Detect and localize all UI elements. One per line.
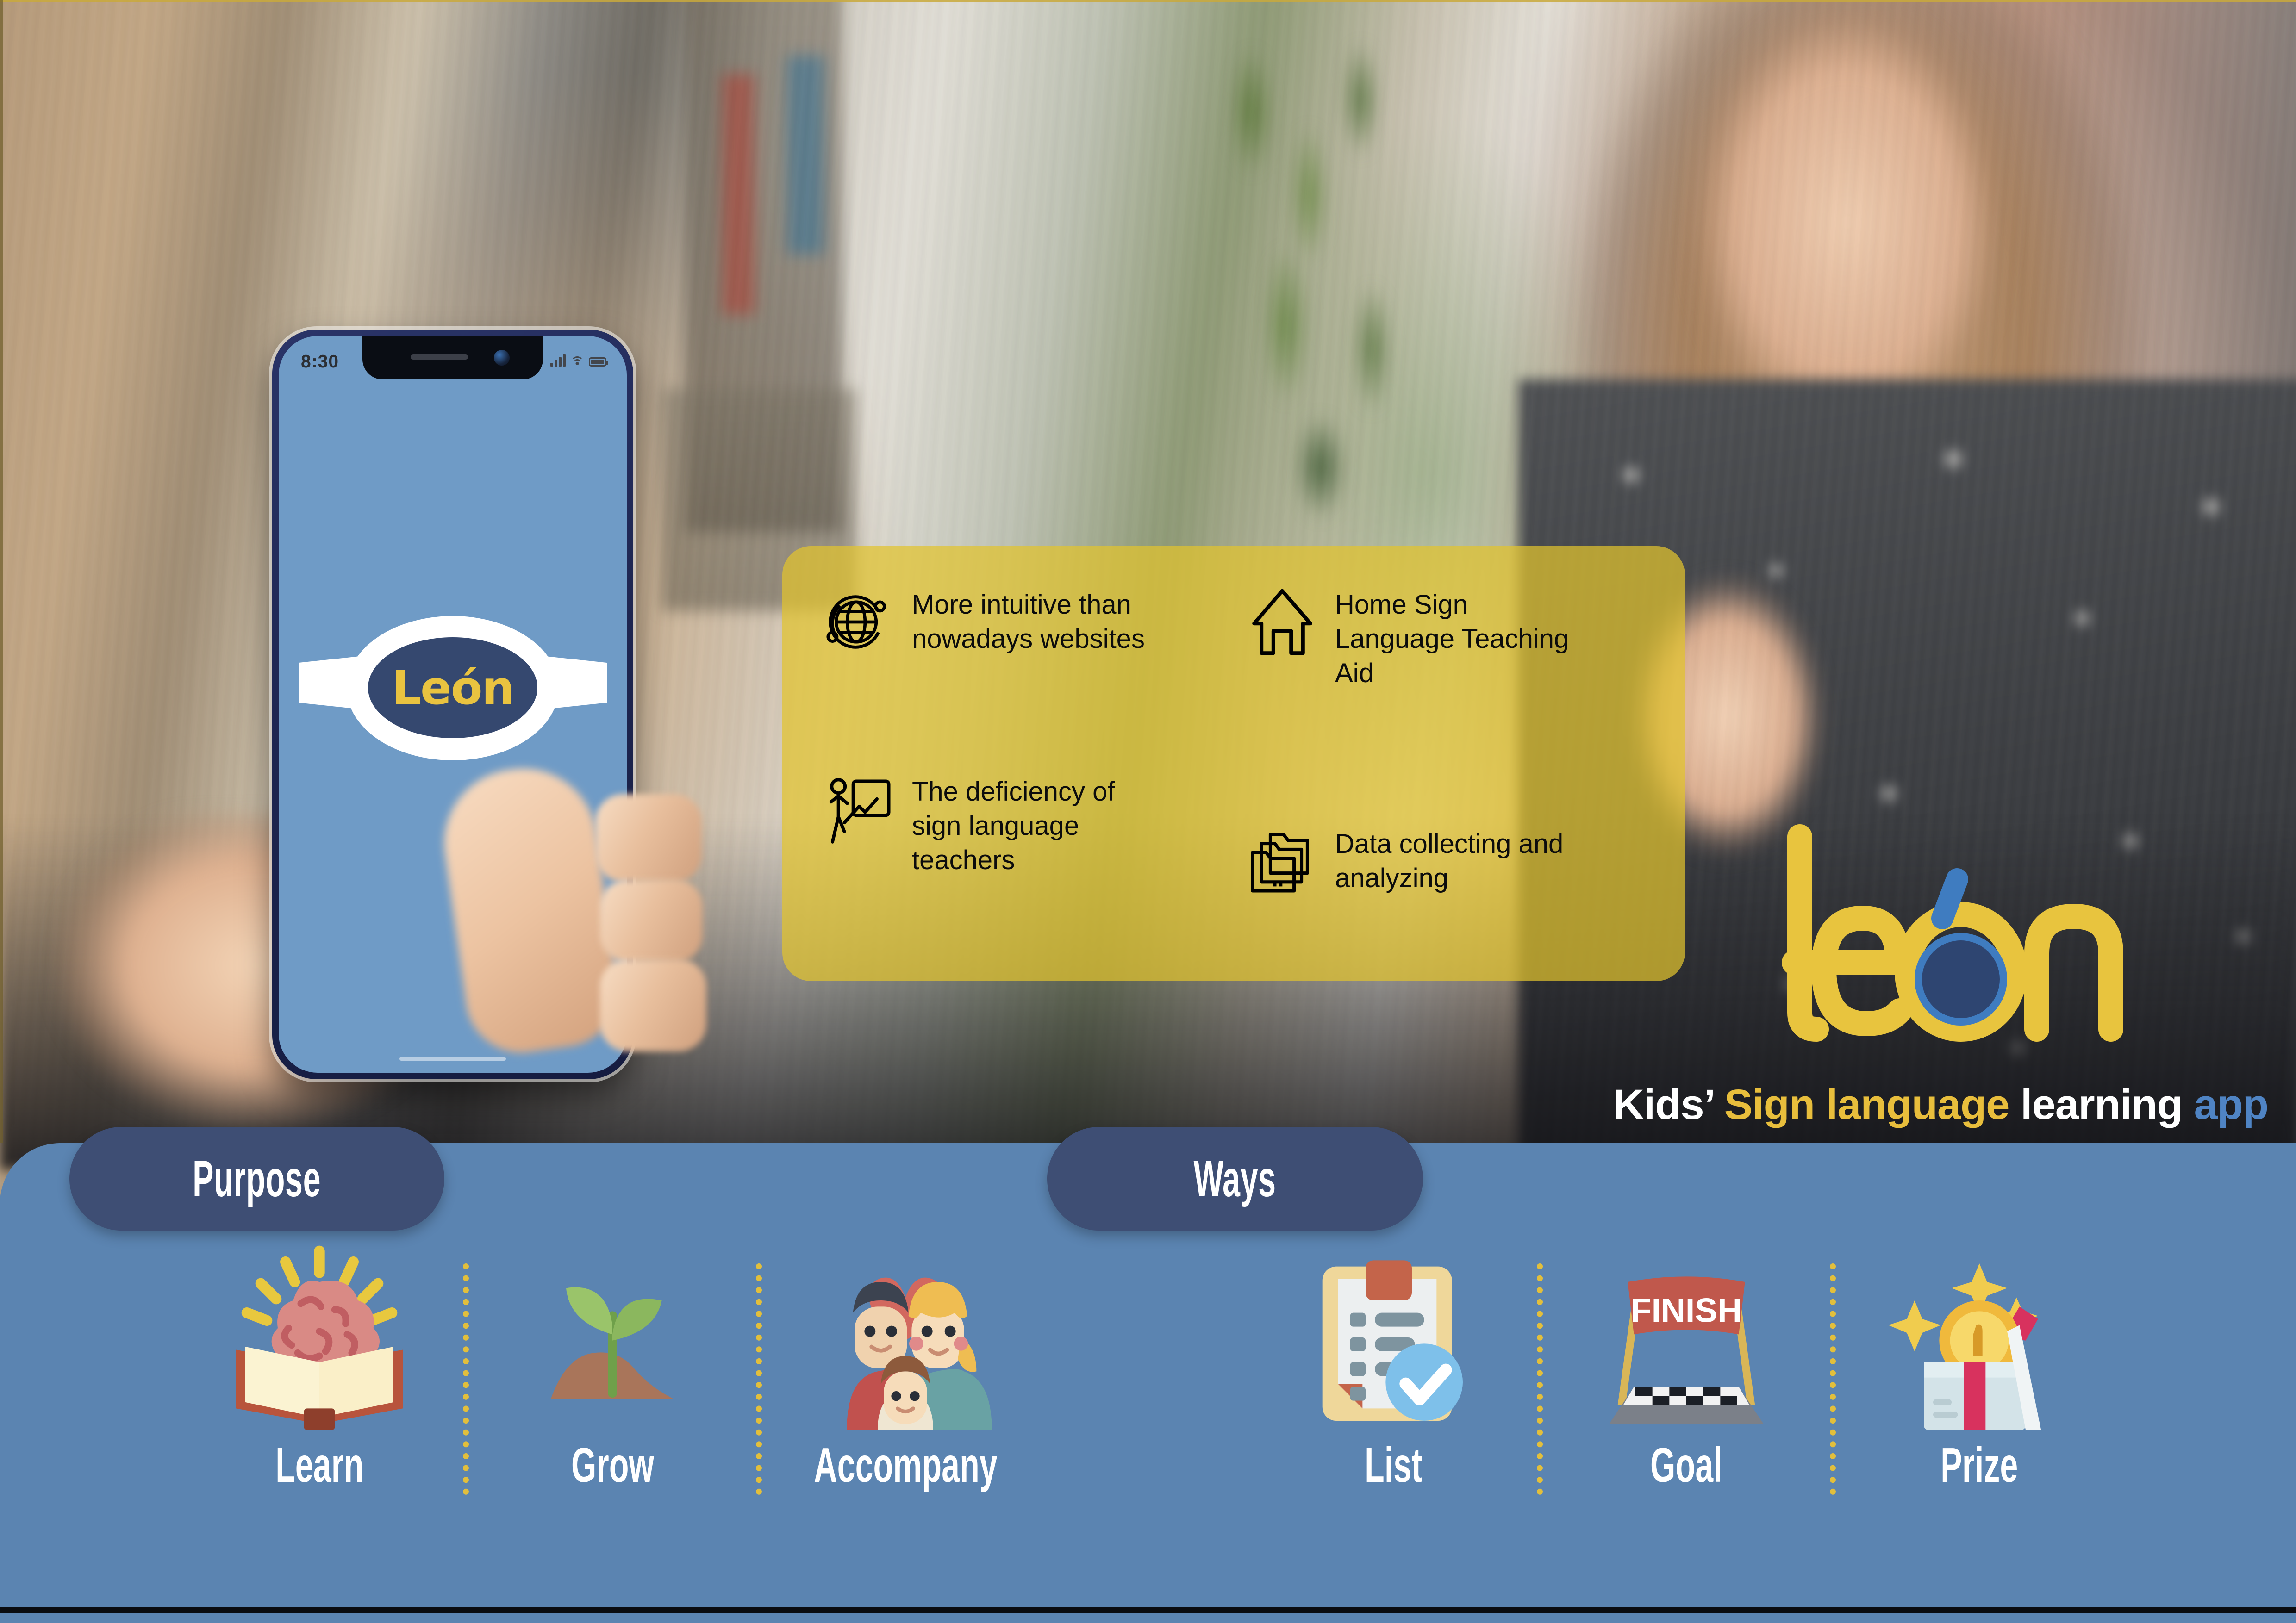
- battery-icon: [589, 357, 608, 367]
- status-bar-time: 8:30: [301, 352, 339, 372]
- list-item[interactable]: Grow: [469, 1245, 756, 1493]
- item-divider: [756, 1263, 762, 1495]
- item-divider: [463, 1263, 469, 1495]
- list-item-label: Grow: [571, 1438, 654, 1492]
- list-item[interactable]: Learn: [176, 1245, 463, 1493]
- item-divider: [1537, 1263, 1543, 1495]
- tagline-part-learning: learning: [2009, 1081, 2194, 1128]
- clipboard-check-icon: [1296, 1245, 1491, 1430]
- purpose-items-group: Learn Grow Accompany: [176, 1245, 1049, 1495]
- item-divider: [1830, 1263, 1836, 1495]
- poster-root: 8:30 León More intuitive than nowadays w…: [0, 0, 2296, 1623]
- list-item-label: Learn: [275, 1438, 364, 1492]
- brain-on-book-icon: [222, 1245, 417, 1430]
- feature-item: The deficiency of sign language teachers: [822, 774, 1229, 949]
- wifi-icon: [571, 356, 584, 367]
- list-item-label: Accompany: [813, 1438, 998, 1492]
- phone-notch: [362, 336, 543, 379]
- ways-items-group: List FINISH Goal Prize: [1250, 1245, 2123, 1495]
- feature-text: Data collecting and analyzing: [1335, 828, 1564, 893]
- tab-purpose[interactable]: Purpose: [69, 1127, 444, 1231]
- panel-items: Learn Grow Accompany List FINISH Goal Pr…: [0, 1245, 2296, 1569]
- earpiece-speaker-icon: [411, 354, 468, 360]
- tab-purpose-label: Purpose: [193, 1150, 321, 1207]
- brand-tagline: Kids’ Sign language learning app: [1444, 1081, 2269, 1129]
- list-item[interactable]: Prize: [1836, 1245, 2123, 1493]
- feature-text: The deficiency of sign language teachers: [912, 777, 1115, 876]
- index-finger: [595, 794, 702, 882]
- globe-orbit-icon: [822, 585, 896, 659]
- list-item[interactable]: List: [1250, 1245, 1537, 1493]
- family-heart-icon: [808, 1245, 1003, 1430]
- list-item-label: List: [1364, 1438, 1423, 1492]
- tagline-part-sign-language: Sign language: [1724, 1081, 2010, 1128]
- finish-line-icon: FINISH: [1589, 1245, 1784, 1430]
- feature-card: More intuitive than nowadays websites Ho…: [782, 546, 1685, 981]
- folders-icon: [1245, 824, 1319, 898]
- status-bar-indicators: [550, 354, 608, 367]
- front-camera-icon: [494, 350, 510, 366]
- panel-bottom-rule: [0, 1607, 2296, 1613]
- splash-app-name: León: [392, 660, 514, 715]
- feature-item: Home Sign Language Teaching Aid: [1245, 585, 1653, 760]
- top-accent-rule: [0, 0, 2296, 2]
- list-item[interactable]: Accompany: [762, 1245, 1049, 1493]
- tab-ways-label: Ways: [1193, 1150, 1277, 1207]
- list-item-label: Prize: [1940, 1438, 2018, 1492]
- feature-text: Home Sign Language Teaching Aid: [1335, 590, 1569, 689]
- list-item-label: Goal: [1650, 1438, 1722, 1492]
- leon-lens-logo-icon: León: [299, 613, 607, 766]
- leon-wordmark-icon: [1759, 815, 2194, 1074]
- feature-text: More intuitive than nowadays websites: [912, 590, 1145, 654]
- middle-finger: [600, 879, 703, 963]
- list-item[interactable]: FINISH Goal: [1543, 1245, 1830, 1493]
- tagline-part-kids: Kids’: [1613, 1081, 1724, 1128]
- tagline-part-app: app: [2194, 1081, 2269, 1128]
- tab-ways[interactable]: Ways: [1047, 1127, 1423, 1231]
- ring-finger: [600, 959, 706, 1051]
- finish-banner-text: FINISH: [1631, 1292, 1742, 1330]
- left-accent-rule: [0, 0, 3, 1143]
- feature-item: Data collecting and analyzing: [1245, 774, 1653, 949]
- teacher-board-icon: [822, 774, 896, 848]
- gift-medal-icon: [1882, 1245, 2077, 1430]
- home-indicator[interactable]: [399, 1057, 506, 1061]
- seedling-icon: [515, 1245, 710, 1430]
- home-icon: [1245, 585, 1319, 659]
- feature-item: More intuitive than nowadays websites: [822, 585, 1229, 760]
- signal-bars-icon: [550, 354, 566, 367]
